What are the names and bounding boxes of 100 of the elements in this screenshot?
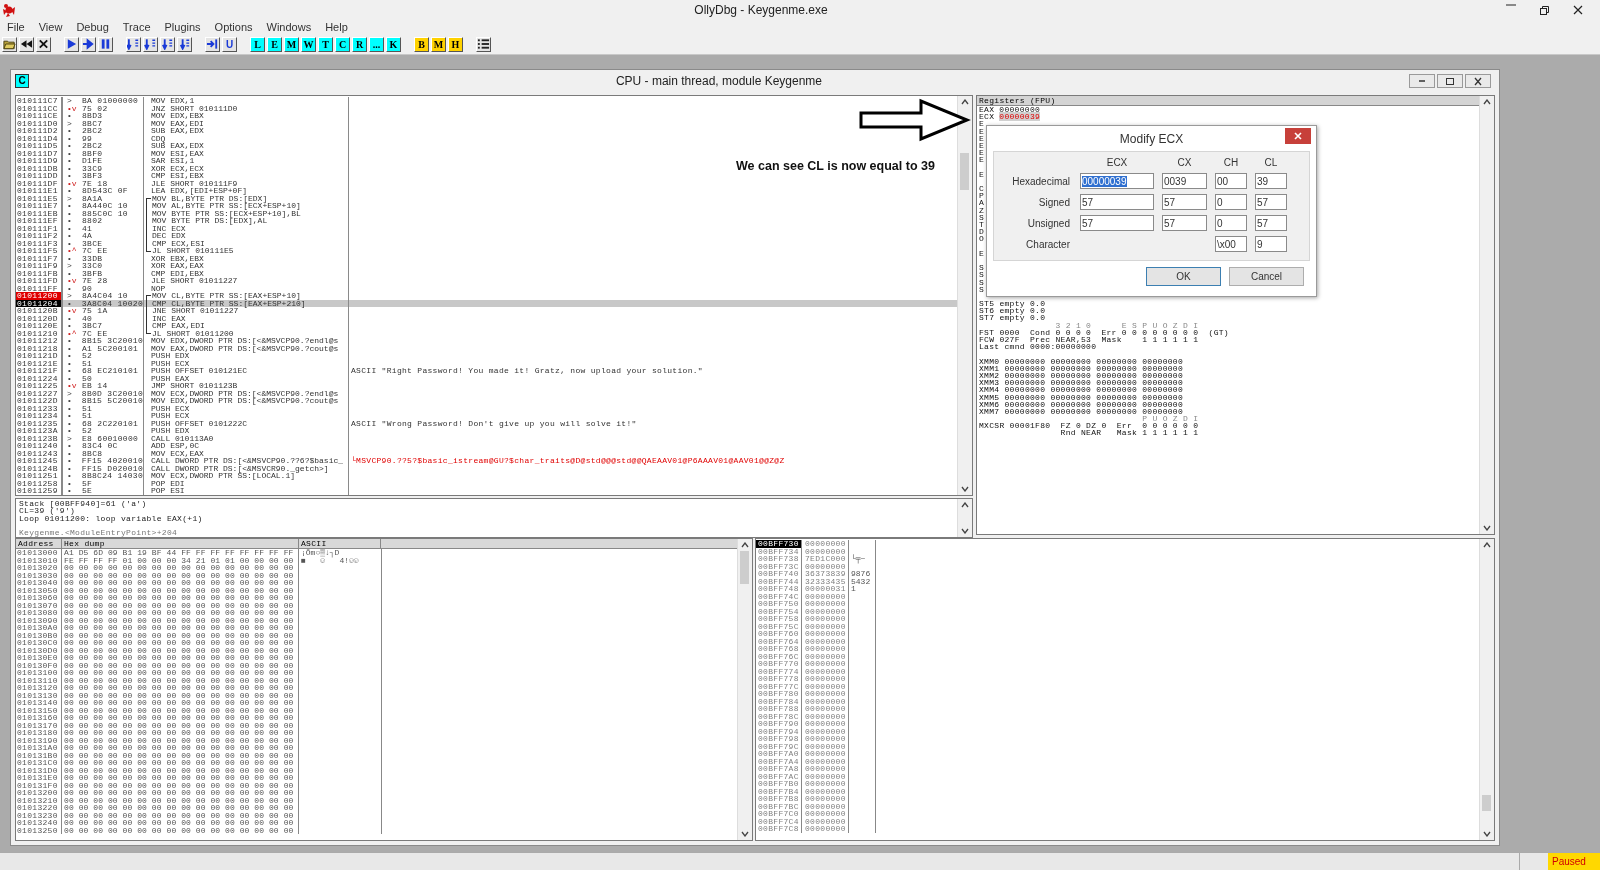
column-header[interactable]: Address xyxy=(16,539,62,548)
scroll-up-icon[interactable] xyxy=(741,542,749,548)
input-field[interactable]: 0 xyxy=(1215,215,1247,231)
input-field[interactable]: 39 xyxy=(1255,173,1287,189)
input-field[interactable]: 57 xyxy=(1255,194,1287,210)
toolbar-button[interactable] xyxy=(81,36,96,52)
address-cell[interactable]: 010111D5 xyxy=(16,142,63,150)
scrollbar[interactable] xyxy=(1479,539,1494,840)
dialog-button[interactable]: OK xyxy=(1146,267,1221,286)
address-cell[interactable]: 01011210 xyxy=(16,329,63,337)
address-cell[interactable]: 00BFF730 xyxy=(756,540,802,548)
scroll-thumb[interactable] xyxy=(1482,794,1491,812)
menu-item[interactable]: Plugins xyxy=(163,20,208,33)
address-cell[interactable]: 010111EB xyxy=(16,209,63,217)
address-cell[interactable]: 00BFF7B4 xyxy=(756,787,802,795)
address-cell[interactable]: 00BFF7AC xyxy=(756,772,802,780)
input-field[interactable]: 0039 xyxy=(1162,173,1207,189)
toolbar-button[interactable] xyxy=(64,36,79,52)
input-field[interactable]: 57 xyxy=(1162,194,1207,210)
toolbar-button[interactable]: C xyxy=(335,36,350,52)
address-cell[interactable]: 00BFF754 xyxy=(756,607,802,615)
address-cell[interactable]: 010111E5 xyxy=(16,194,63,202)
toolbar-button[interactable] xyxy=(98,36,113,52)
address-cell[interactable]: 010111FB xyxy=(16,269,63,277)
address-cell[interactable]: 00BFF7BC xyxy=(756,802,802,810)
address-cell[interactable]: 01011227 xyxy=(16,389,63,397)
address-cell[interactable]: 00BFF780 xyxy=(756,690,802,698)
scroll-down-icon[interactable] xyxy=(741,831,749,837)
address-cell[interactable]: 01011243 xyxy=(16,449,63,457)
address-cell[interactable]: 01011251 xyxy=(16,472,63,480)
close-icon[interactable] xyxy=(1572,3,1584,16)
address-cell[interactable]: 00BFF73C xyxy=(756,562,802,570)
toolbar-button[interactable]: M xyxy=(431,36,446,52)
toolbar-button[interactable]: E xyxy=(267,36,282,52)
menu-item[interactable]: Options xyxy=(213,20,260,33)
address-cell[interactable]: 010111D2 xyxy=(16,127,63,135)
toolbar-button[interactable]: U xyxy=(222,36,237,52)
toolbar-button[interactable] xyxy=(19,36,34,52)
input-field[interactable]: 57 xyxy=(1162,215,1207,231)
address-cell[interactable]: 010111DF xyxy=(16,179,63,187)
address-cell[interactable]: 00BFF748 xyxy=(756,585,802,593)
toolbar-button[interactable] xyxy=(36,36,51,52)
address-cell[interactable]: 010111F9 xyxy=(16,262,63,270)
address-cell[interactable]: 00BFF7B0 xyxy=(756,780,802,788)
address-cell[interactable]: 00BFF78C xyxy=(756,712,802,720)
toolbar-button[interactable]: ... xyxy=(369,36,384,52)
toolbar-button[interactable] xyxy=(126,36,141,52)
column-header[interactable]: ASCII xyxy=(299,539,381,548)
address-cell[interactable]: 00BFF784 xyxy=(756,697,802,705)
address-cell[interactable]: 00BFF7A0 xyxy=(756,750,802,758)
address-cell[interactable]: 01011259 xyxy=(16,487,63,495)
address-cell[interactable]: 00BFF798 xyxy=(756,735,802,743)
address-cell[interactable]: 00BFF7B8 xyxy=(756,795,802,803)
toolbar-button[interactable] xyxy=(205,36,220,52)
address-cell[interactable]: 00BFF764 xyxy=(756,637,802,645)
input-field[interactable]: 57 xyxy=(1255,215,1287,231)
address-cell[interactable]: 0101124B xyxy=(16,464,63,472)
toolbar-button[interactable]: K xyxy=(386,36,401,52)
toolbar-button[interactable]: R xyxy=(352,36,367,52)
address-cell[interactable]: 010111E7 xyxy=(16,202,63,210)
address-cell[interactable]: 010111D4 xyxy=(16,134,63,142)
address-cell[interactable]: 01011240 xyxy=(16,442,63,450)
address-cell[interactable]: 00BFF794 xyxy=(756,727,802,735)
address-cell[interactable]: 00BFF778 xyxy=(756,675,802,683)
scroll-thumb[interactable] xyxy=(740,551,749,585)
toolbar-button[interactable]: T xyxy=(318,36,333,52)
address-cell[interactable]: 0101122D xyxy=(16,397,63,405)
address-cell[interactable]: 01011258 xyxy=(16,479,63,487)
scroll-thumb[interactable] xyxy=(960,152,969,191)
input-field[interactable]: 57 xyxy=(1080,215,1154,231)
toolbar-button[interactable]: B xyxy=(414,36,429,52)
address-cell[interactable]: 01011218 xyxy=(16,344,63,352)
address-cell[interactable]: 00BFF7C0 xyxy=(756,810,802,818)
address-cell[interactable]: 01011204 xyxy=(16,299,63,307)
address-cell[interactable]: 0101120E xyxy=(16,322,63,330)
address-cell[interactable]: 00BFF740 xyxy=(756,570,802,578)
scroll-up-icon[interactable] xyxy=(1483,99,1491,105)
input-field[interactable]: 0 xyxy=(1215,194,1247,210)
menu-item[interactable]: File xyxy=(6,20,32,33)
toolbar-button[interactable]: W xyxy=(301,36,316,52)
address-cell[interactable]: 00BFF788 xyxy=(756,705,802,713)
address-cell[interactable]: 00BFF738 xyxy=(756,555,802,563)
input-field[interactable]: 9 xyxy=(1255,236,1287,252)
address-cell[interactable]: 010111CC xyxy=(16,104,63,112)
scroll-up-icon[interactable] xyxy=(961,99,969,105)
address-cell[interactable]: 0101120D xyxy=(16,314,63,322)
address-cell[interactable]: 00BFF7C4 xyxy=(756,817,802,825)
address-cell[interactable]: 01011235 xyxy=(16,419,63,427)
address-cell[interactable]: 00BFF758 xyxy=(756,615,802,623)
address-cell[interactable]: 00BFF744 xyxy=(756,577,802,585)
scroll-down-icon[interactable] xyxy=(1483,525,1491,531)
address-cell[interactable]: 010111F1 xyxy=(16,224,63,232)
toolbar-button[interactable] xyxy=(476,36,491,52)
menu-item[interactable]: View xyxy=(37,20,70,33)
address-cell[interactable]: 01011212 xyxy=(16,337,63,345)
address-cell[interactable]: 00BFF768 xyxy=(756,645,802,653)
address-cell[interactable]: 00BFF75C xyxy=(756,622,802,630)
menu-item[interactable]: Trace xyxy=(121,20,158,33)
address-cell[interactable]: 00BFF79C xyxy=(756,742,802,750)
scrollbar[interactable] xyxy=(957,96,972,495)
